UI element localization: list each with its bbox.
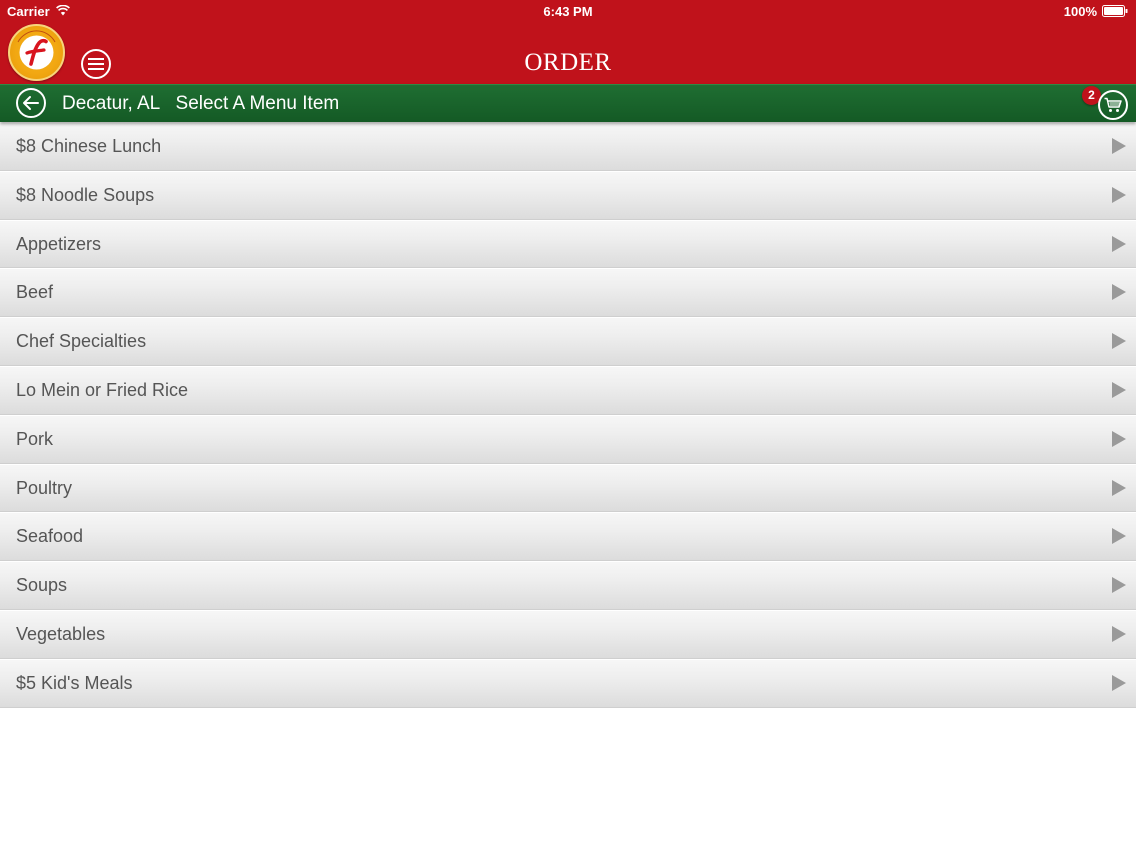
menu-item[interactable]: $8 Noodle Soups: [0, 170, 1136, 220]
chevron-right-icon: [1112, 333, 1126, 350]
menu-item-label: $8 Noodle Soups: [16, 184, 155, 205]
location-label: Decatur, AL: [62, 93, 161, 114]
menu-item-label: Pork: [16, 428, 54, 449]
menu-item-label: Beef: [16, 282, 54, 303]
instruction-label: Select A Menu Item: [175, 93, 340, 114]
menu-item[interactable]: $8 Chinese Lunch: [0, 122, 1136, 171]
menu-item[interactable]: Soups: [0, 561, 1136, 610]
menu-item-label: $5 Kid's Meals: [16, 672, 133, 693]
menu-item-label: Seafood: [16, 526, 84, 547]
chevron-right-icon: [1112, 186, 1126, 203]
page-title: ORDER: [524, 49, 612, 76]
menu-category-list: $8 Chinese Lunch $8 Noodle Soups Appetiz…: [0, 122, 1136, 708]
menu-item-label: $8 Chinese Lunch: [16, 136, 162, 156]
app-header: Carrier 6:43 PM 100% ORDER: [0, 0, 1136, 84]
menu-item-label: Chef Specialties: [16, 331, 147, 352]
status-bar: Carrier 6:43 PM 100%: [0, 0, 1136, 24]
chevron-right-icon: [1112, 479, 1126, 496]
back-arrow-icon: [23, 96, 39, 110]
cart-icon: [1104, 97, 1122, 112]
menu-item[interactable]: Vegetables: [0, 609, 1136, 659]
cart-button[interactable]: [1098, 90, 1128, 120]
chevron-right-icon: [1112, 577, 1126, 594]
menu-item[interactable]: $5 Kid's Meals: [0, 658, 1136, 708]
menu-item[interactable]: Chef Specialties: [0, 317, 1136, 366]
location-bar: Decatur, AL Select A Menu Item 2: [0, 84, 1136, 122]
menu-item[interactable]: Seafood: [0, 512, 1136, 562]
battery-percent: 100%: [1063, 4, 1097, 19]
menu-item-label: Soups: [16, 575, 68, 596]
battery-icon: [1102, 5, 1128, 17]
chevron-right-icon: [1112, 138, 1126, 154]
menu-item-label: Lo Mein or Fried Rice: [16, 379, 189, 400]
chevron-right-icon: [1112, 625, 1126, 642]
order-screen: Carrier 6:43 PM 100% ORDER Decatur, AL S…: [0, 0, 1136, 852]
menu-item-label: Vegetables: [16, 623, 106, 644]
back-button[interactable]: [16, 88, 46, 118]
chevron-right-icon: [1112, 235, 1126, 252]
breadcrumb: Decatur, AL Select A Menu Item: [62, 93, 339, 115]
menu-item[interactable]: Poultry: [0, 463, 1136, 513]
menu-item[interactable]: Pork: [0, 414, 1136, 464]
chevron-right-icon: [1112, 284, 1126, 301]
menu-item-label: Appetizers: [16, 233, 102, 254]
menu-item[interactable]: Beef: [0, 268, 1136, 318]
chevron-right-icon: [1112, 674, 1126, 691]
menu-item[interactable]: Lo Mein or Fried Rice: [0, 365, 1136, 415]
menu-item[interactable]: Appetizers: [0, 219, 1136, 269]
chevron-right-icon: [1112, 430, 1126, 447]
chevron-right-icon: [1112, 528, 1126, 545]
menu-item-label: Poultry: [16, 477, 73, 498]
chevron-right-icon: [1112, 381, 1126, 398]
status-time: 6:43 PM: [543, 4, 593, 19]
